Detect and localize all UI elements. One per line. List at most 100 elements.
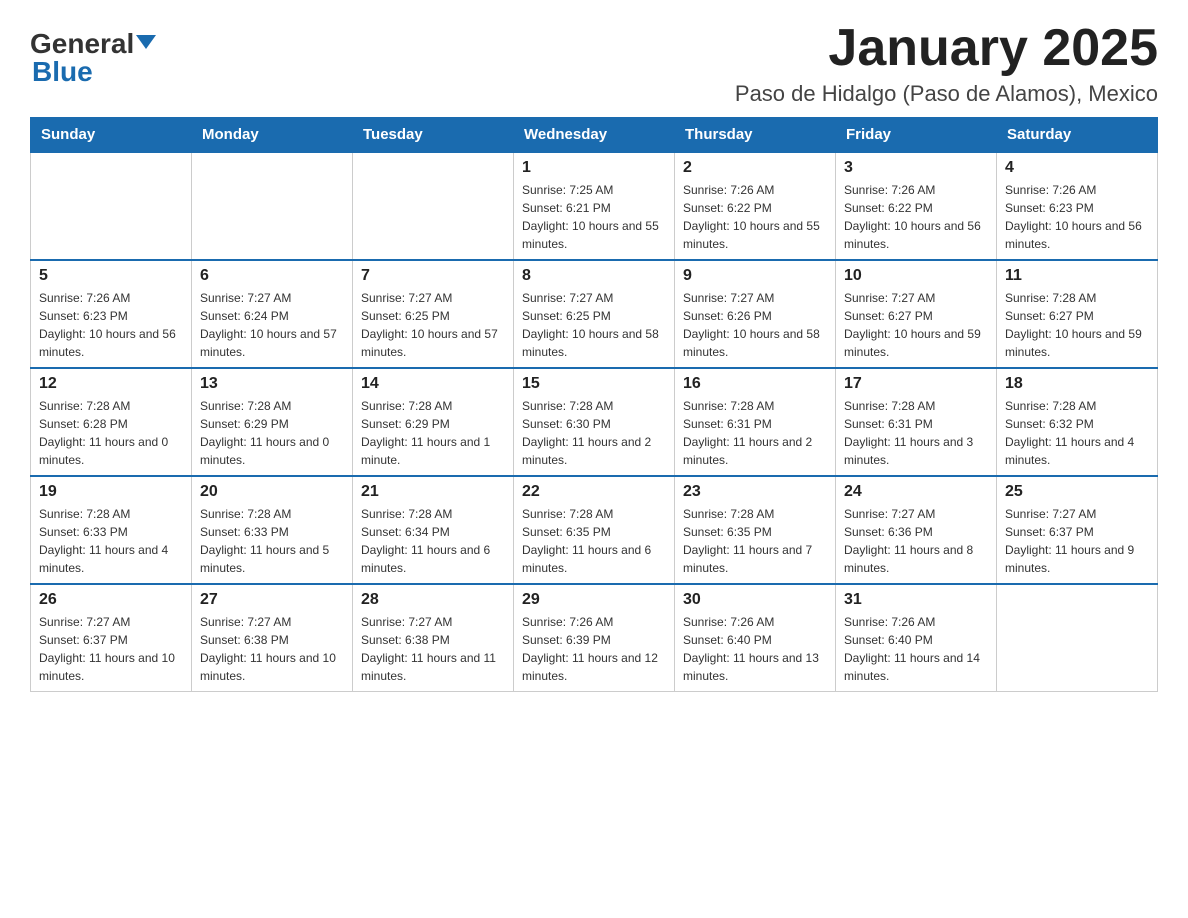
col-header-tuesday: Tuesday	[353, 118, 514, 153]
day-number: 20	[200, 483, 344, 501]
day-number: 21	[361, 483, 505, 501]
week-row-1: 1 Sunrise: 7:25 AM Sunset: 6:21 PM Daylig…	[31, 152, 1158, 260]
week-row-4: 19 Sunrise: 7:28 AM Sunset: 6:33 PM Dayli…	[31, 476, 1158, 584]
calendar-cell: 3Sunrise: 7:26 AM Sunset: 6:22 PM Daylig…	[836, 152, 997, 260]
title-block: January 2025 Paso de Hidalgo (Paso de Al…	[735, 20, 1158, 107]
day-number: 28	[361, 591, 505, 609]
day-number: 7	[361, 267, 505, 285]
day-info: Sunrise: 7:28 AM Sunset: 6:29 PM Dayligh…	[361, 397, 505, 469]
day-number: 4	[1005, 159, 1149, 177]
calendar-cell	[192, 152, 353, 260]
day-number: 2	[683, 159, 827, 177]
calendar-cell: 22Sunrise: 7:28 AM Sunset: 6:35 PM Dayli…	[514, 476, 675, 584]
day-info: Sunrise: 7:26 AM Sunset: 6:40 PM Dayligh…	[844, 613, 988, 685]
month-title: January 2025	[735, 20, 1158, 77]
calendar-cell: 31 Sunrise: 7:26 AM Sunset: 6:40 PM Dayli…	[836, 584, 997, 692]
day-info: Sunrise: 7:28 AM Sunset: 6:33 PM Dayligh…	[200, 505, 344, 577]
day-info: Sunrise: 7:26 AM Sunset: 6:23 PM Dayligh…	[39, 289, 183, 361]
calendar-cell: 26 Sunrise: 7:27 AM Sunset: 6:37 PM Dayli…	[31, 584, 192, 692]
calendar-cell: 19 Sunrise: 7:28 AM Sunset: 6:33 PM Dayli…	[31, 476, 192, 584]
col-header-thursday: Thursday	[675, 118, 836, 153]
calendar-cell: 20 Sunrise: 7:28 AM Sunset: 6:33 PM Dayli…	[192, 476, 353, 584]
calendar-header-row: SundayMondayTuesdayWednesdayThursdayFrid…	[31, 118, 1158, 153]
calendar-cell: 23 Sunrise: 7:28 AM Sunset: 6:35 PM Dayli…	[675, 476, 836, 584]
day-info: Sunrise: 7:28 AM Sunset: 6:29 PM Dayligh…	[200, 397, 344, 469]
page-header: General Blue January 2025 Paso de Hidalg…	[30, 20, 1158, 107]
day-info: Sunrise: 7:28 AM Sunset: 6:31 PM Dayligh…	[844, 397, 988, 469]
day-info: Sunrise: 7:28 AM Sunset: 6:30 PM Dayligh…	[522, 397, 666, 469]
day-number: 25	[1005, 483, 1149, 501]
day-number: 14	[361, 375, 505, 393]
day-info: Sunrise: 7:27 AM Sunset: 6:25 PM Dayligh…	[361, 289, 505, 361]
day-number: 1	[522, 159, 666, 177]
calendar-cell	[353, 152, 514, 260]
calendar-cell: 8 Sunrise: 7:27 AM Sunset: 6:25 PM Daylig…	[514, 260, 675, 368]
day-number: 19	[39, 483, 183, 501]
day-number: 13	[200, 375, 344, 393]
day-info: Sunrise: 7:28 AM Sunset: 6:27 PM Dayligh…	[1005, 289, 1149, 361]
day-info: Sunrise: 7:27 AM Sunset: 6:37 PM Dayligh…	[1005, 505, 1149, 577]
week-row-2: 5 Sunrise: 7:26 AM Sunset: 6:23 PM Daylig…	[31, 260, 1158, 368]
calendar-cell: 30Sunrise: 7:26 AM Sunset: 6:40 PM Dayli…	[675, 584, 836, 692]
day-info: Sunrise: 7:27 AM Sunset: 6:27 PM Dayligh…	[844, 289, 988, 361]
col-header-wednesday: Wednesday	[514, 118, 675, 153]
col-header-monday: Monday	[192, 118, 353, 153]
day-info: Sunrise: 7:27 AM Sunset: 6:24 PM Dayligh…	[200, 289, 344, 361]
week-row-5: 26 Sunrise: 7:27 AM Sunset: 6:37 PM Dayli…	[31, 584, 1158, 692]
col-header-friday: Friday	[836, 118, 997, 153]
week-row-3: 12 Sunrise: 7:28 AM Sunset: 6:28 PM Dayli…	[31, 368, 1158, 476]
day-number: 9	[683, 267, 827, 285]
day-info: Sunrise: 7:28 AM Sunset: 6:28 PM Dayligh…	[39, 397, 183, 469]
day-number: 23	[683, 483, 827, 501]
day-number: 8	[522, 267, 666, 285]
calendar-cell: 1 Sunrise: 7:25 AM Sunset: 6:21 PM Daylig…	[514, 152, 675, 260]
day-info: Sunrise: 7:26 AM Sunset: 6:22 PM Dayligh…	[683, 181, 827, 253]
logo: General Blue	[30, 30, 156, 86]
day-info: Sunrise: 7:26 AM Sunset: 6:39 PM Dayligh…	[522, 613, 666, 685]
day-number: 11	[1005, 267, 1149, 285]
day-info: Sunrise: 7:26 AM Sunset: 6:23 PM Dayligh…	[1005, 181, 1149, 253]
col-header-saturday: Saturday	[997, 118, 1158, 153]
calendar-cell: 29 Sunrise: 7:26 AM Sunset: 6:39 PM Dayli…	[514, 584, 675, 692]
day-info: Sunrise: 7:28 AM Sunset: 6:34 PM Dayligh…	[361, 505, 505, 577]
calendar-cell: 11 Sunrise: 7:28 AM Sunset: 6:27 PM Dayli…	[997, 260, 1158, 368]
day-number: 26	[39, 591, 183, 609]
calendar-cell: 4 Sunrise: 7:26 AM Sunset: 6:23 PM Daylig…	[997, 152, 1158, 260]
day-number: 31	[844, 591, 988, 609]
day-number: 6	[200, 267, 344, 285]
day-number: 18	[1005, 375, 1149, 393]
day-number: 5	[39, 267, 183, 285]
calendar-cell: 10 Sunrise: 7:27 AM Sunset: 6:27 PM Dayli…	[836, 260, 997, 368]
location-title: Paso de Hidalgo (Paso de Alamos), Mexico	[735, 81, 1158, 107]
calendar-cell	[997, 584, 1158, 692]
calendar-cell: 27 Sunrise: 7:27 AM Sunset: 6:38 PM Dayli…	[192, 584, 353, 692]
calendar-cell: 2 Sunrise: 7:26 AM Sunset: 6:22 PM Daylig…	[675, 152, 836, 260]
day-info: Sunrise: 7:28 AM Sunset: 6:31 PM Dayligh…	[683, 397, 827, 469]
calendar-cell: 12 Sunrise: 7:28 AM Sunset: 6:28 PM Dayli…	[31, 368, 192, 476]
day-number: 10	[844, 267, 988, 285]
day-info: Sunrise: 7:28 AM Sunset: 6:35 PM Dayligh…	[683, 505, 827, 577]
day-info: Sunrise: 7:25 AM Sunset: 6:21 PM Dayligh…	[522, 181, 666, 253]
day-info: Sunrise: 7:27 AM Sunset: 6:38 PM Dayligh…	[200, 613, 344, 685]
col-header-sunday: Sunday	[31, 118, 192, 153]
day-number: 15	[522, 375, 666, 393]
calendar-cell: 7 Sunrise: 7:27 AM Sunset: 6:25 PM Daylig…	[353, 260, 514, 368]
calendar-cell	[31, 152, 192, 260]
day-info: Sunrise: 7:27 AM Sunset: 6:25 PM Dayligh…	[522, 289, 666, 361]
day-number: 16	[683, 375, 827, 393]
day-number: 27	[200, 591, 344, 609]
day-info: Sunrise: 7:28 AM Sunset: 6:33 PM Dayligh…	[39, 505, 183, 577]
day-info: Sunrise: 7:27 AM Sunset: 6:26 PM Dayligh…	[683, 289, 827, 361]
day-number: 12	[39, 375, 183, 393]
day-number: 24	[844, 483, 988, 501]
day-number: 29	[522, 591, 666, 609]
day-info: Sunrise: 7:27 AM Sunset: 6:38 PM Dayligh…	[361, 613, 505, 685]
calendar-cell: 6 Sunrise: 7:27 AM Sunset: 6:24 PM Daylig…	[192, 260, 353, 368]
calendar-cell: 5 Sunrise: 7:26 AM Sunset: 6:23 PM Daylig…	[31, 260, 192, 368]
day-info: Sunrise: 7:26 AM Sunset: 6:22 PM Dayligh…	[844, 181, 988, 253]
day-info: Sunrise: 7:26 AM Sunset: 6:40 PM Dayligh…	[683, 613, 827, 685]
calendar-cell: 14 Sunrise: 7:28 AM Sunset: 6:29 PM Dayli…	[353, 368, 514, 476]
day-info: Sunrise: 7:27 AM Sunset: 6:37 PM Dayligh…	[39, 613, 183, 685]
calendar-cell: 28 Sunrise: 7:27 AM Sunset: 6:38 PM Dayli…	[353, 584, 514, 692]
calendar-cell: 9 Sunrise: 7:27 AM Sunset: 6:26 PM Daylig…	[675, 260, 836, 368]
